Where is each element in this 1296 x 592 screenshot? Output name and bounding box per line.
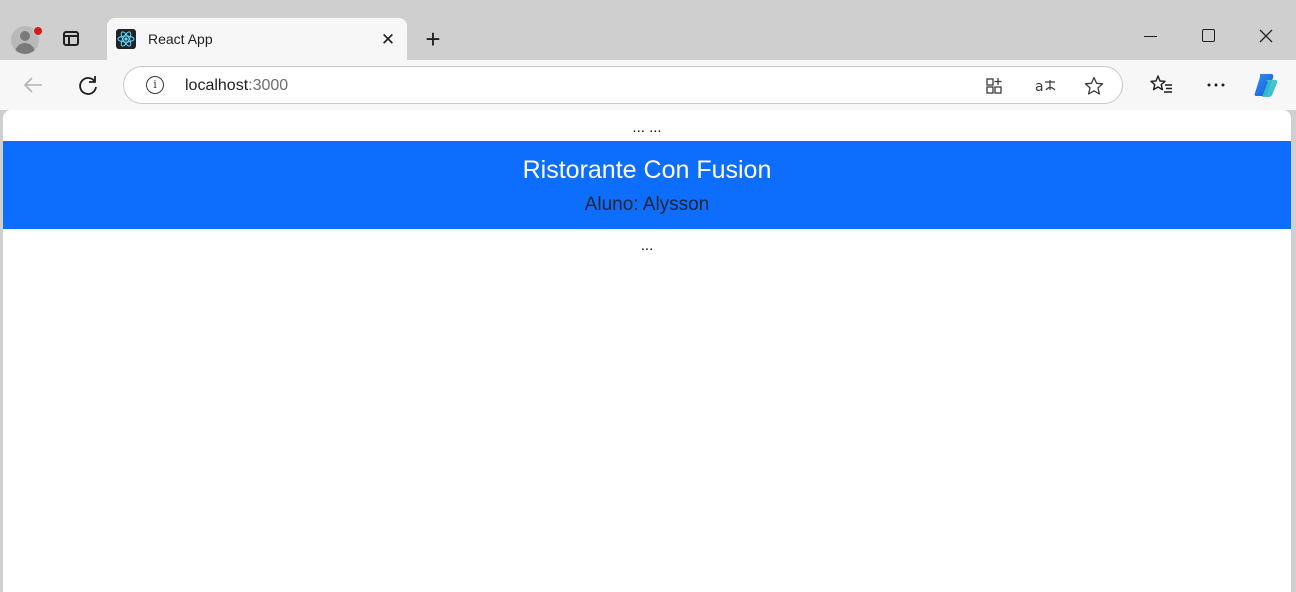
react-favicon <box>116 29 136 49</box>
profile-head <box>20 31 30 41</box>
page-viewport: ... ... Ristorante Con Fusion Aluno: Aly… <box>3 110 1291 592</box>
page-title: Ristorante Con Fusion <box>522 156 772 184</box>
top-placeholder-text: ... ... <box>632 119 662 136</box>
header-banner: Ristorante Con Fusion Aluno: Alysson <box>3 141 1291 229</box>
address-bar[interactable]: i localhost:3000 a <box>123 66 1123 104</box>
favorites-icon[interactable] <box>1146 70 1176 100</box>
read-aloud-icon[interactable]: a <box>1033 75 1059 97</box>
maximize-icon[interactable] <box>1194 22 1224 50</box>
menu-icon[interactable] <box>1201 70 1231 100</box>
close-window-icon[interactable] <box>1251 22 1281 50</box>
app-available-icon[interactable] <box>984 75 1006 97</box>
browser-toolbar: i localhost:3000 a <box>0 60 1296 110</box>
address-url[interactable]: localhost:3000 <box>185 77 288 95</box>
reload-icon[interactable] <box>73 70 103 100</box>
favorite-star-icon[interactable] <box>1083 75 1105 97</box>
bottom-placeholder-text: ... <box>640 237 654 254</box>
tab-title: React App <box>148 31 213 47</box>
svg-text:a: a <box>1035 79 1044 95</box>
site-info-icon[interactable]: i <box>146 76 164 94</box>
copilot-icon[interactable] <box>1251 70 1281 100</box>
new-tab-button[interactable]: + <box>421 26 445 52</box>
address-port: :3000 <box>248 77 289 94</box>
page-subtitle: Aluno: Alysson <box>584 194 710 215</box>
address-host: localhost <box>185 77 249 94</box>
tab-actions-icon[interactable] <box>63 31 79 46</box>
back-icon[interactable] <box>18 70 48 100</box>
title-bar: React App ✕ + <box>0 0 1296 62</box>
tab-react-app[interactable]: React App ✕ <box>107 18 407 62</box>
minimize-icon[interactable] <box>1136 22 1166 50</box>
profile-body <box>15 43 35 54</box>
close-tab-icon[interactable]: ✕ <box>377 26 399 54</box>
profile-notification-badge <box>33 26 43 36</box>
